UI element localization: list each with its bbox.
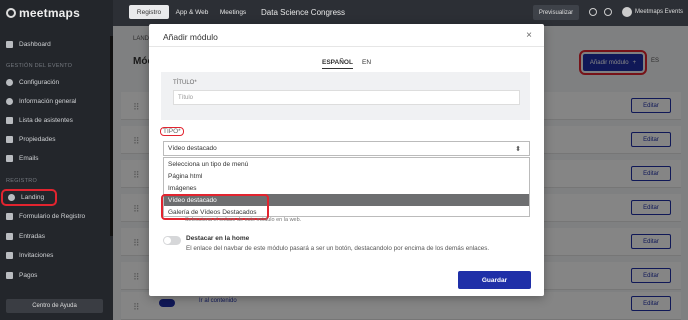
sidebar-item-asistentes[interactable]: Lista de asistentes [0,113,113,128]
tab-meetings[interactable]: Meetings [215,5,251,19]
sidebar-section-registry: REGISTRO [6,178,38,184]
meetmaps-logo[interactable]: meetmaps [6,6,80,20]
ticket-icon [6,233,13,240]
dropdown-option[interactable]: Página html [164,170,529,182]
sidebar-item-propiedades[interactable]: Propiedades [0,132,113,147]
sidebar: meetmaps Dashboard GESTIÓN DEL EVENTO Co… [0,0,113,320]
gear-icon [6,79,13,86]
destacar-toggle[interactable] [163,236,181,245]
event-name: Data Science Congress [261,8,346,17]
sidebar-item-configuracion[interactable]: Configuración [0,75,113,90]
sidebar-item-label: Invitaciones [19,252,54,259]
card-icon [6,272,13,279]
sidebar-item-label: Landing [21,194,45,201]
tipo-label: TIPO* [160,127,184,136]
tab-app-web[interactable]: App & Web [173,5,211,19]
list-icon [6,117,13,124]
divider [149,46,544,47]
sidebar-item-label: Configuración [19,79,60,86]
title-input[interactable]: Título [173,90,520,105]
topbar: Registro App & Web Meetings Data Science… [113,0,688,26]
invite-icon [6,252,13,259]
dropdown-option[interactable]: Selecciona un tipo de menú [164,158,529,170]
bell-icon[interactable] [589,8,597,16]
close-icon[interactable]: × [526,30,532,41]
info-icon[interactable] [604,8,612,16]
sidebar-item-landing[interactable]: Landing [1,189,57,206]
select-arrows-icon: ⬍ [515,146,521,153]
sidebar-item-informacion[interactable]: Información general [0,94,113,109]
helper-text: Selecciona el enlace de este módulo en l… [185,217,302,223]
help-center-button[interactable]: Centro de Ayuda [6,299,103,313]
modal-title: Añadir módulo [163,32,218,42]
save-button[interactable]: Guardar [458,271,531,289]
dropdown-option[interactable]: Imágenes [164,182,529,194]
tab-en[interactable]: EN [362,59,371,66]
user-name[interactable]: Meetmaps Events [635,9,683,15]
title-panel: TÍTULO* Título [161,72,530,120]
logo-icon [6,8,16,18]
properties-icon [6,136,13,143]
sidebar-item-label: Información general [19,98,77,105]
sidebar-item-invitaciones[interactable]: Invitaciones [0,248,113,263]
sidebar-item-label: Dashboard [19,41,51,48]
sidebar-item-entradas[interactable]: Entradas [0,229,113,244]
sidebar-item-label: Pagos [19,272,38,279]
sidebar-item-label: Entradas [19,233,46,240]
logo-text: meetmaps [19,6,80,20]
mail-icon [6,155,13,162]
sidebar-item-label: Emails [19,155,39,162]
tipo-select-value: Vídeo destacado [168,145,217,152]
tab-registro[interactable]: Registro [129,5,169,19]
sidebar-item-label: Lista de asistentes [19,117,73,124]
globe-icon [8,194,15,201]
avatar[interactable] [622,7,632,17]
form-icon [6,213,13,220]
tipo-select[interactable]: Vídeo destacado ⬍ [163,141,530,156]
sidebar-item-dashboard[interactable]: Dashboard [0,37,113,52]
title-label: TÍTULO* [173,80,197,86]
destacar-description: El enlace del navbar de este módulo pasa… [186,245,490,252]
sidebar-item-formulario[interactable]: Formulario de Registro [0,209,113,224]
info-icon [6,98,13,105]
destacar-title: Destacar en la home [186,235,250,242]
add-module-modal: Añadir módulo × ESPAÑOL EN TÍTULO* Títul… [149,24,544,296]
tab-espanol[interactable]: ESPAÑOL [322,59,353,69]
sidebar-item-emails[interactable]: Emails [0,151,113,166]
sidebar-item-label: Propiedades [19,136,56,143]
preview-button[interactable]: Previsualizar [533,5,579,20]
sidebar-item-pagos[interactable]: Pagos [0,268,113,283]
dashboard-icon [6,41,13,48]
sidebar-item-label: Formulario de Registro [19,213,86,220]
sidebar-section-event: GESTIÓN DEL EVENTO [6,63,73,69]
